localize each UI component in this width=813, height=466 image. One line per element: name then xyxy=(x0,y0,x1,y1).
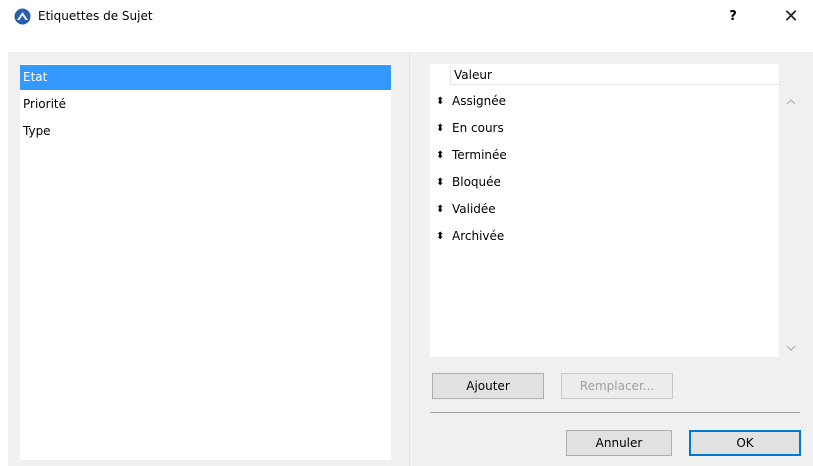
list-item[interactable]: ⬍ En cours xyxy=(436,115,766,142)
list-item-label: Bloquée xyxy=(452,175,501,189)
ok-button[interactable]: OK xyxy=(689,430,801,456)
list-item-label: Assignée xyxy=(452,94,507,108)
help-button[interactable]: ? xyxy=(722,6,744,28)
list-item[interactable]: ⬍ Archivée xyxy=(436,223,766,250)
list-item-label: Terminée xyxy=(452,148,507,162)
list-item-label: Validée xyxy=(452,202,496,216)
category-item-priorite[interactable]: Priorité xyxy=(20,92,391,117)
replace-button[interactable]: Remplacer... xyxy=(561,373,673,399)
cancel-button[interactable]: Annuler xyxy=(566,430,672,456)
list-item[interactable]: ⬍ Bloquée xyxy=(436,169,766,196)
app-icon xyxy=(14,8,31,25)
scroll-up-icon[interactable] xyxy=(784,95,798,109)
up-down-arrow-icon[interactable]: ⬍ xyxy=(436,88,446,115)
category-list[interactable]: Etat Priorité Type xyxy=(20,64,391,460)
title-bar: Etiquettes de Sujet ? ✕ xyxy=(0,0,813,32)
panel-divider xyxy=(409,52,410,466)
up-down-arrow-icon[interactable]: ⬍ xyxy=(436,142,446,169)
list-item[interactable]: ⬍ Validée xyxy=(436,196,766,223)
up-down-arrow-icon[interactable]: ⬍ xyxy=(436,169,446,196)
list-item[interactable]: ⬍ Assignée xyxy=(436,88,766,115)
list-item-label: Archivée xyxy=(452,229,505,243)
separator xyxy=(430,412,800,413)
list-item[interactable]: ⬍ Terminée xyxy=(436,142,766,169)
category-item-etat[interactable]: Etat xyxy=(20,65,391,90)
up-down-arrow-icon[interactable]: ⬍ xyxy=(436,115,446,142)
up-down-arrow-icon[interactable]: ⬍ xyxy=(436,223,446,250)
category-item-type[interactable]: Type xyxy=(20,119,391,144)
scroll-down-icon[interactable] xyxy=(784,341,798,355)
values-list[interactable]: Valeur ⬍ Assignée ⬍ En cours ⬍ Terminée ⬍ Bl… xyxy=(430,64,780,357)
window-title: Etiquettes de Sujet xyxy=(38,9,153,23)
close-button[interactable]: ✕ xyxy=(776,4,806,30)
add-button[interactable]: Ajouter xyxy=(432,373,544,399)
up-down-arrow-icon[interactable]: ⬍ xyxy=(436,196,446,223)
list-item-label: En cours xyxy=(452,121,504,135)
column-header-valeur[interactable]: Valeur xyxy=(450,65,780,85)
